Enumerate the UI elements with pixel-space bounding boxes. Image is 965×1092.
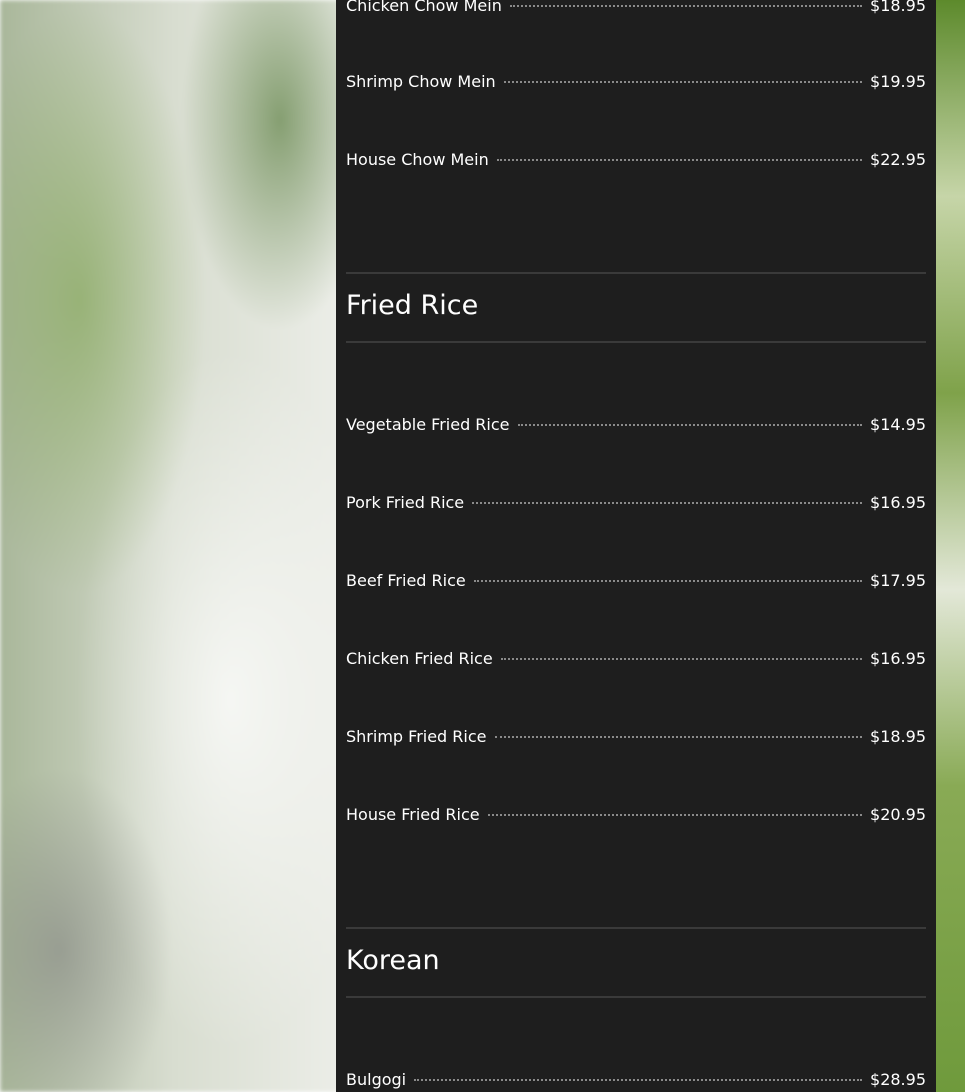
menu-item-leader-dots	[414, 1079, 863, 1081]
menu-item-leader-dots	[500, 658, 863, 660]
menu-item-name: Beef Fried Rice	[346, 571, 466, 590]
menu-item-leader-dots	[472, 502, 863, 504]
menu-item-name: Shrimp Chow Mein	[346, 72, 496, 91]
menu-item-leader-dots	[503, 81, 863, 83]
section-title-korean: Korean	[346, 945, 440, 976]
menu-item-price: $22.95	[870, 150, 926, 169]
section-top-rule	[346, 927, 926, 929]
section-top-rule	[346, 272, 926, 274]
menu-item-leader-dots	[517, 424, 863, 426]
background-image-edge	[936, 0, 965, 1092]
menu-item-price: $14.95	[870, 415, 926, 434]
menu-item-name: Vegetable Fried Rice	[346, 415, 510, 434]
menu-item-price: $17.95	[870, 571, 926, 590]
section-bottom-rule	[346, 341, 926, 343]
menu-item-price: $18.95	[870, 0, 926, 15]
section-bottom-rule	[346, 996, 926, 998]
menu-item-price: $19.95	[870, 72, 926, 91]
menu-item: Shrimp Fried Rice $18.95	[346, 725, 926, 749]
menu-item-price: $16.95	[870, 493, 926, 512]
menu-item-name: House Fried Rice	[346, 805, 480, 824]
section-title-fried-rice: Fried Rice	[346, 290, 479, 321]
menu-item-leader-dots	[473, 580, 863, 582]
menu-item: Bulgogi $28.95	[346, 1068, 926, 1092]
menu-item-price: $16.95	[870, 649, 926, 668]
menu-item: House Fried Rice $20.95	[346, 803, 926, 827]
menu-panel: Chicken Chow Mein $18.95 Shrimp Chow Mei…	[336, 0, 936, 1092]
menu-item: Chicken Chow Mein $18.95	[346, 0, 926, 18]
menu-item-leader-dots	[509, 5, 863, 7]
menu-item-name: Shrimp Fried Rice	[346, 727, 487, 746]
menu-item: Vegetable Fried Rice $14.95	[346, 413, 926, 437]
menu-item-leader-dots	[487, 814, 863, 816]
menu-item: House Chow Mein $22.95	[346, 148, 926, 172]
menu-item-name: Bulgogi	[346, 1070, 407, 1089]
menu-item-leader-dots	[494, 736, 863, 738]
menu-item-leader-dots	[496, 159, 863, 161]
menu-item-price: $28.95	[870, 1070, 926, 1089]
menu-item: Shrimp Chow Mein $19.95	[346, 70, 926, 94]
menu-item-price: $20.95	[870, 805, 926, 824]
menu-item-name: Chicken Chow Mein	[346, 0, 502, 15]
menu-item-name: House Chow Mein	[346, 150, 489, 169]
menu-item-name: Chicken Fried Rice	[346, 649, 493, 668]
menu-item-name: Pork Fried Rice	[346, 493, 465, 512]
menu-item-price: $18.95	[870, 727, 926, 746]
menu-item: Pork Fried Rice $16.95	[346, 491, 926, 515]
menu-item: Beef Fried Rice $17.95	[346, 569, 926, 593]
menu-item: Chicken Fried Rice $16.95	[346, 647, 926, 671]
